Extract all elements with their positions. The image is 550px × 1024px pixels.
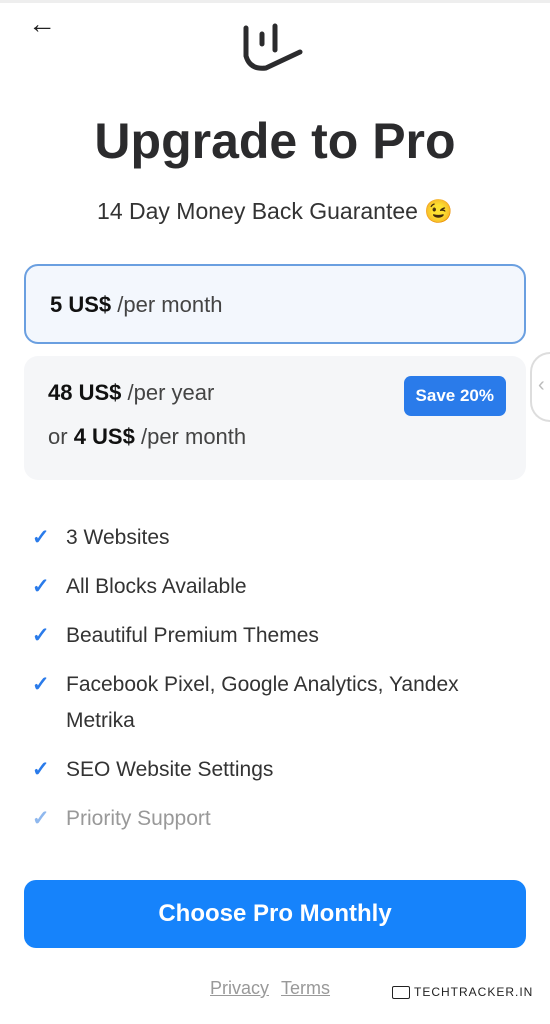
wink-emoji-icon: 😉 bbox=[424, 198, 453, 224]
back-arrow-icon[interactable]: ← bbox=[28, 8, 56, 40]
privacy-link[interactable]: Privacy bbox=[210, 978, 269, 998]
top-divider bbox=[0, 0, 550, 3]
feature-item: ✓Facebook Pixel, Google Analytics, Yande… bbox=[32, 667, 502, 739]
feature-item: ✓All Blocks Available bbox=[32, 569, 502, 605]
save-badge: Save 20% bbox=[404, 376, 506, 416]
logo-icon bbox=[238, 18, 308, 78]
check-icon: ✓ bbox=[32, 752, 66, 788]
feature-item: ✓3 Websites bbox=[32, 520, 502, 556]
check-icon: ✓ bbox=[32, 569, 66, 605]
guarantee-text: 14 Day Money Back Guarantee 😉 bbox=[0, 198, 550, 225]
page-title: Upgrade to Pro bbox=[0, 112, 550, 170]
plan-monthly[interactable]: 5 US$ /per month bbox=[24, 264, 526, 344]
feature-item: ✓SEO Website Settings bbox=[32, 752, 502, 788]
choose-pro-monthly-button[interactable]: Choose Pro Monthly bbox=[24, 880, 526, 948]
watermark-logo-icon bbox=[392, 986, 410, 999]
check-icon: ✓ bbox=[32, 801, 66, 837]
terms-link[interactable]: Terms bbox=[281, 978, 330, 998]
check-icon: ✓ bbox=[32, 520, 66, 556]
check-icon: ✓ bbox=[32, 618, 66, 654]
side-handle-chevron-icon[interactable]: ‹ bbox=[530, 352, 550, 422]
feature-item: ✓Beautiful Premium Themes bbox=[32, 618, 502, 654]
check-icon: ✓ bbox=[32, 667, 66, 739]
watermark: TechTracker.in bbox=[392, 985, 533, 999]
plan-yearly[interactable]: 48 US$ /per year or 4 US$ /per month Sav… bbox=[24, 356, 526, 480]
feature-item: ✓Priority Support bbox=[32, 801, 502, 837]
feature-list: ✓3 Websites ✓All Blocks Available ✓Beaut… bbox=[32, 520, 502, 850]
